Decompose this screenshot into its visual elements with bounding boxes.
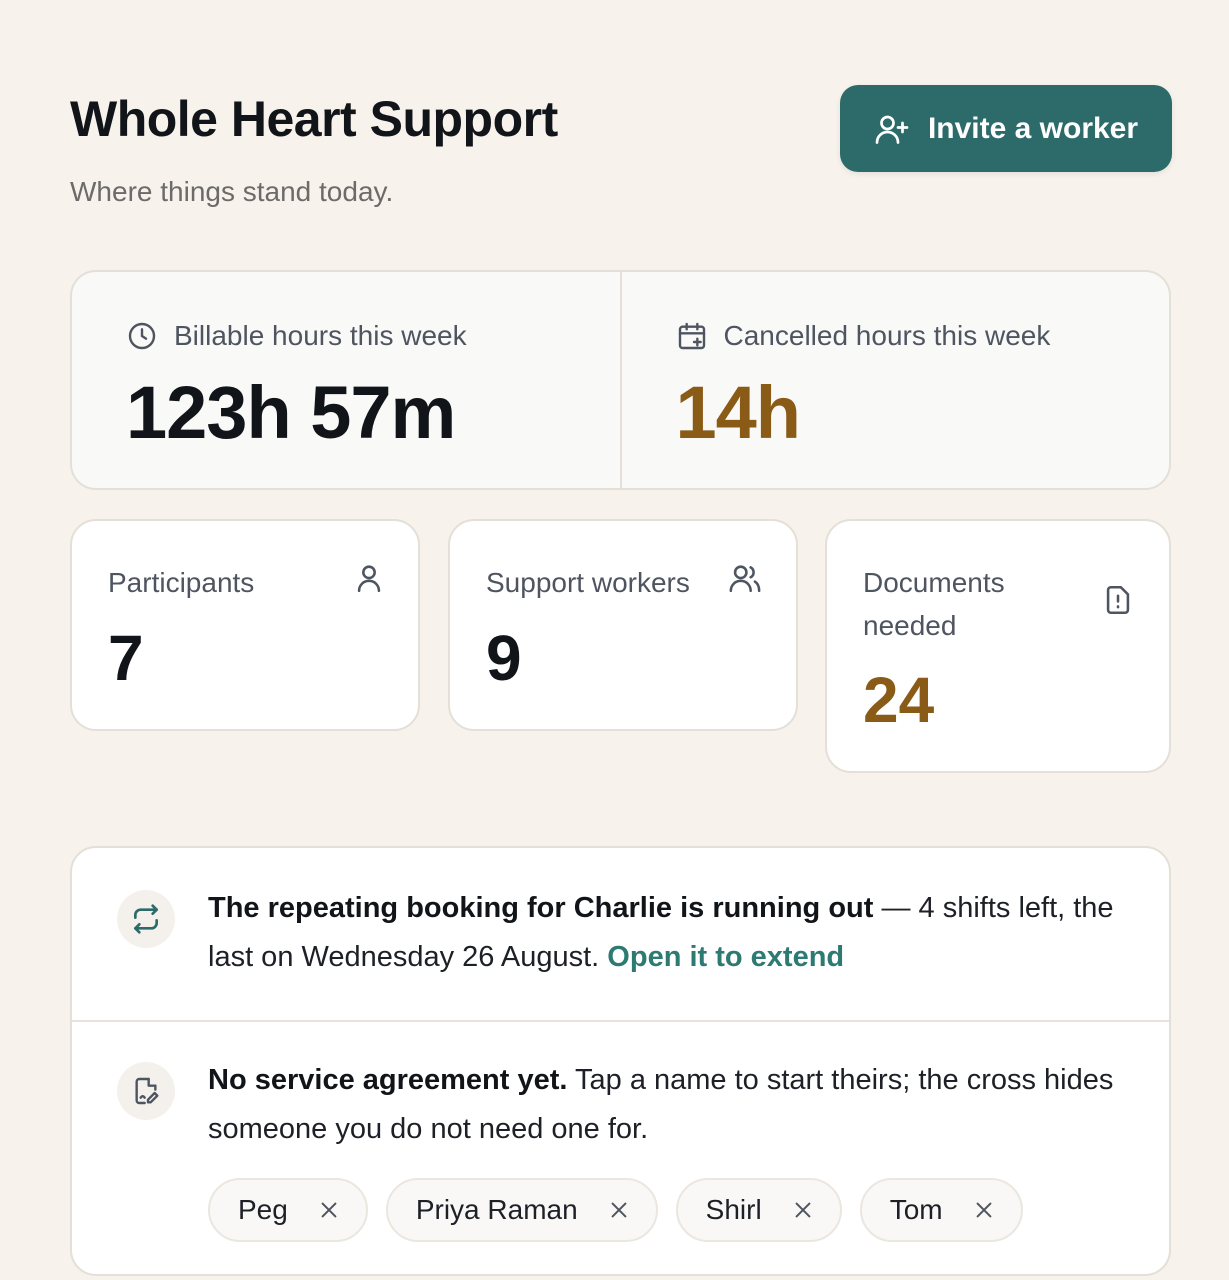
clock-icon (128, 322, 156, 350)
support-workers-card[interactable]: Support workers 9 (448, 519, 798, 731)
person-chip[interactable]: Priya Raman (385, 1178, 658, 1242)
close-icon[interactable] (973, 1199, 995, 1221)
documents-needed-label: Documents needed (863, 567, 1005, 641)
user-icon (357, 565, 381, 593)
user-plus-icon (875, 115, 909, 144)
close-icon[interactable] (318, 1199, 340, 1221)
cancelled-hours-value: 14h (675, 371, 802, 454)
person-chip[interactable]: Peg (208, 1178, 368, 1242)
participants-label: Participants (108, 567, 255, 598)
documents-needed-card[interactable]: Documents needed 24 (825, 519, 1171, 773)
notices-card: The repeating booking for Charlie is run… (70, 846, 1171, 1276)
agreement-notice-text: No service agreement yet. Tap a name to … (208, 1056, 1128, 1154)
person-chip-name[interactable]: Shirl (706, 1194, 762, 1226)
billable-hours-value: 123h 57m (126, 371, 456, 454)
participants-card[interactable]: Participants 7 (70, 519, 420, 731)
support-workers-label: Support workers (486, 567, 690, 598)
calendar-plus-icon (678, 322, 705, 350)
invite-worker-button[interactable]: Invite a worker (840, 85, 1172, 172)
people-chip-list: Peg Priya Raman Shirl Tom (208, 1178, 1023, 1242)
booking-notice-heading: The repeating booking for Charlie is run… (208, 892, 874, 924)
cancelled-hours-label: Cancelled hours this week (723, 320, 1051, 351)
person-chip-name[interactable]: Priya Raman (416, 1194, 578, 1226)
person-chip-name[interactable]: Peg (238, 1194, 288, 1226)
extend-booking-link[interactable]: Open it to extend (607, 941, 844, 973)
file-signature-icon (135, 1077, 159, 1105)
cancelled-hours-heading: Cancelled hours this week (676, 320, 1051, 352)
person-chip-name[interactable]: Tom (890, 1194, 943, 1226)
cancelled-hours-panel: Cancelled hours this week 14h (619, 272, 1170, 488)
agreement-notice-icon-wrap (117, 1062, 175, 1120)
page-title: Whole Heart Support (70, 91, 558, 147)
notice-divider (72, 1020, 1169, 1022)
users-icon (729, 565, 761, 593)
repeat-icon (134, 904, 158, 934)
close-icon[interactable] (792, 1199, 814, 1221)
agreement-notice-heading: No service agreement yet. (208, 1064, 568, 1096)
weekly-hours-card: Billable hours this week 123h 57m Cancel… (70, 270, 1171, 490)
person-chip[interactable]: Shirl (675, 1178, 842, 1242)
close-icon[interactable] (608, 1199, 630, 1221)
billable-hours-panel: Billable hours this week 123h 57m (72, 272, 620, 488)
file-alert-icon (1106, 585, 1130, 615)
billable-hours-label: Billable hours this week (174, 320, 467, 351)
page-subtitle: Where things stand today. (70, 176, 394, 207)
invite-worker-label: Invite a worker (927, 111, 1139, 145)
documents-needed-value: 24 (863, 664, 935, 736)
billable-hours-heading: Billable hours this week (126, 320, 467, 352)
support-workers-value: 9 (486, 622, 522, 694)
booking-notice-icon-wrap (117, 890, 175, 948)
person-chip[interactable]: Tom (859, 1178, 1023, 1242)
booking-notice-text: The repeating booking for Charlie is run… (208, 884, 1128, 982)
participants-value: 7 (108, 622, 144, 694)
dashboard-page: Whole Heart Support Where things stand t… (0, 0, 1229, 1280)
